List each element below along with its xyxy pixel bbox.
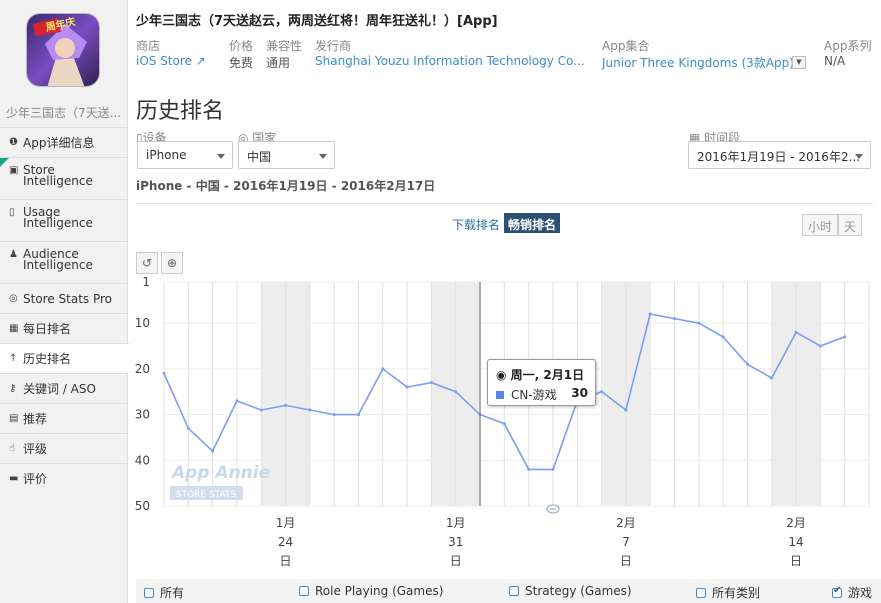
data-point <box>332 413 336 417</box>
data-point <box>356 413 360 417</box>
checkbox-checked[interactable] <box>832 585 842 598</box>
y-tick-label: 50 <box>135 499 150 513</box>
data-point <box>818 344 822 348</box>
data-point <box>186 426 190 430</box>
chart-legend: 所有 Role Playing (Games) Strategy (Games)… <box>136 579 881 603</box>
x-tick-label: 24 <box>278 535 293 549</box>
data-point <box>745 362 749 366</box>
watermark-subtext: STORE STATS <box>176 490 237 500</box>
data-point <box>259 408 263 412</box>
rank-chart: 1 10 20 30 40 50 1月 24 日 1月 31 日 2月 7 日 2月 14 日 App Annie… <box>135 275 870 568</box>
x-tick-label: 2月 <box>786 516 806 530</box>
series-swatch <box>496 391 504 399</box>
y-tick-label: 1 <box>142 275 150 289</box>
legend-item-games[interactable]: 游戏 <box>832 584 872 601</box>
data-point <box>502 422 506 426</box>
checkbox[interactable] <box>509 586 519 596</box>
globe-icon: ◉ <box>496 368 511 382</box>
data-point <box>721 335 725 339</box>
data-point <box>308 408 312 412</box>
data-point <box>770 376 774 380</box>
chart-tooltip: ◉ 周一, 2月1日 CN-游戏 30 <box>487 359 596 406</box>
data-point <box>648 312 652 316</box>
data-point <box>454 390 458 394</box>
x-tick-label: 2月 <box>616 516 636 530</box>
x-tick-label: 日 <box>620 554 632 568</box>
y-tick-label: 40 <box>135 453 150 467</box>
watermark-text: App Annie <box>170 463 270 483</box>
legend-item-all[interactable]: 所有 <box>144 584 184 601</box>
data-point <box>794 330 798 334</box>
data-point <box>284 403 288 407</box>
legend-item-strategy[interactable]: Strategy (Games) <box>509 584 632 598</box>
x-tick-label: 7 <box>622 535 630 549</box>
x-tick-label: 1月 <box>446 516 466 530</box>
data-point <box>624 408 628 412</box>
data-point <box>405 385 409 389</box>
data-point <box>600 390 604 394</box>
legend-item-role-playing[interactable]: Role Playing (Games) <box>299 584 443 598</box>
data-point <box>211 449 215 453</box>
data-point <box>673 317 677 321</box>
x-tick-label: 日 <box>450 554 462 568</box>
x-tick-label: 31 <box>448 535 463 549</box>
y-tick-label: 30 <box>135 408 150 422</box>
data-point <box>381 367 385 371</box>
tooltip-date: ◉ 周一, 2月1日 <box>496 368 585 382</box>
data-point <box>843 335 847 339</box>
checkbox[interactable] <box>144 588 154 598</box>
data-point <box>235 399 239 403</box>
x-tick-label: 日 <box>280 554 292 568</box>
checkbox[interactable] <box>299 586 309 596</box>
data-point <box>551 467 555 471</box>
data-point <box>429 381 433 385</box>
checkbox[interactable] <box>696 588 706 598</box>
legend-item-all-categories[interactable]: 所有类别 <box>696 584 760 601</box>
y-tick-label: 10 <box>135 316 150 330</box>
data-point <box>697 321 701 325</box>
data-point <box>527 467 531 471</box>
x-tick-label: 1月 <box>276 516 296 530</box>
x-tick-label: 日 <box>790 554 802 568</box>
y-tick-label: 20 <box>135 362 150 376</box>
data-point <box>162 371 166 375</box>
x-tick-label: 14 <box>788 535 803 549</box>
tooltip-series: CN-游戏 <box>496 386 557 403</box>
tooltip-value: 30 <box>571 386 588 400</box>
